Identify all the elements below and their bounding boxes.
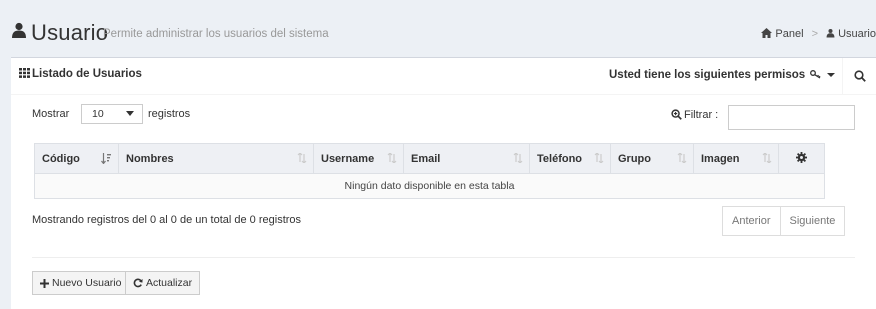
column-label: Teléfono (537, 152, 583, 165)
previous-button[interactable]: Anterior (723, 207, 780, 235)
gear-icon (796, 152, 807, 163)
box-title: Listado de Usuarios (19, 68, 142, 80)
sort-icon (594, 153, 604, 163)
page-subtitle: Permite administrar los usuarios del sis… (103, 28, 329, 40)
plus-icon (40, 278, 49, 288)
column-header-grupo[interactable]: Grupo (610, 143, 694, 174)
new-user-button[interactable]: Nuevo Usuario (32, 271, 130, 295)
refresh-label: Actualizar (146, 277, 193, 289)
filter-input[interactable] (728, 105, 855, 130)
page-length-select[interactable]: 10 (81, 104, 143, 124)
table-info: Mostrando registros del 0 al 0 de un tot… (32, 214, 302, 226)
list-icon (19, 68, 30, 78)
page-length-value: 10 (92, 108, 104, 120)
key-icon (810, 70, 821, 79)
permissions-label: Usted tiene los siguientes permisos (609, 69, 806, 81)
breadcrumb-item-panel[interactable]: Panel (761, 28, 806, 40)
breadcrumb-separator: > (811, 28, 819, 40)
sort-asc-icon (101, 153, 111, 164)
column-label: Username (321, 152, 375, 165)
refresh-icon (133, 278, 143, 288)
table-header-row: Código Nombres Username Email Teléfono G… (34, 143, 825, 174)
column-header-codigo[interactable]: Código (34, 143, 119, 174)
user-icon (826, 29, 835, 38)
breadcrumb-label: Usuario (838, 28, 876, 40)
page-header: Usuario Permite administrar los usuarios… (0, 0, 876, 58)
home-icon (761, 28, 773, 38)
column-label: Nombres (126, 152, 174, 165)
caret-down-icon (126, 111, 134, 116)
filter-label: Filtrar : (671, 109, 718, 121)
users-box: Listado de Usuarios Usted tiene los sigu… (11, 57, 876, 309)
new-user-label: Nuevo Usuario (52, 277, 122, 289)
search-plus-icon (671, 109, 682, 120)
breadcrumb: Panel > Usuario (761, 28, 876, 40)
column-label: Imagen (701, 152, 740, 165)
column-header-username[interactable]: Username (313, 143, 404, 174)
search-icon (854, 70, 866, 82)
next-button[interactable]: Siguiente (779, 207, 845, 235)
caret-down-icon (826, 73, 835, 77)
permissions-dropdown[interactable]: Usted tiene los siguientes permisos (609, 69, 835, 81)
breadcrumb-item-usuario: Usuario (826, 28, 876, 40)
records-label: registros (148, 108, 191, 120)
divider (32, 257, 855, 258)
box-title-label: Listado de Usuarios (32, 68, 142, 80)
column-header-nombres[interactable]: Nombres (118, 143, 314, 174)
breadcrumb-label: Panel (775, 28, 804, 40)
sort-icon (677, 153, 687, 163)
users-table: Código Nombres Username Email Teléfono G… (34, 143, 825, 199)
user-icon (11, 22, 27, 38)
column-header-telefono[interactable]: Teléfono (529, 143, 611, 174)
refresh-button[interactable]: Actualizar (125, 271, 201, 295)
sort-icon (762, 153, 772, 163)
page-title: Usuario (31, 20, 109, 45)
column-header-imagen[interactable]: Imagen (693, 143, 779, 174)
page-length-control: Mostrar 10 registros (32, 104, 190, 124)
column-header-settings (778, 143, 825, 174)
pagination: Anterior Siguiente (722, 206, 846, 236)
filter-label-text: Filtrar : (684, 109, 719, 121)
show-label: Mostrar (32, 108, 70, 120)
table-empty-row: Ningún dato disponible en esta tabla (34, 173, 825, 199)
empty-message: Ningún dato disponible en esta tabla (34, 173, 825, 199)
column-header-email[interactable]: Email (403, 143, 530, 174)
box-header: Listado de Usuarios Usted tiene los sigu… (11, 58, 876, 95)
column-label: Email (411, 152, 441, 165)
sort-icon (387, 153, 397, 163)
sort-icon (513, 153, 523, 163)
search-tab[interactable] (842, 58, 876, 94)
column-label: Grupo (618, 152, 651, 165)
column-label: Código (42, 152, 80, 165)
sort-icon (297, 153, 307, 163)
